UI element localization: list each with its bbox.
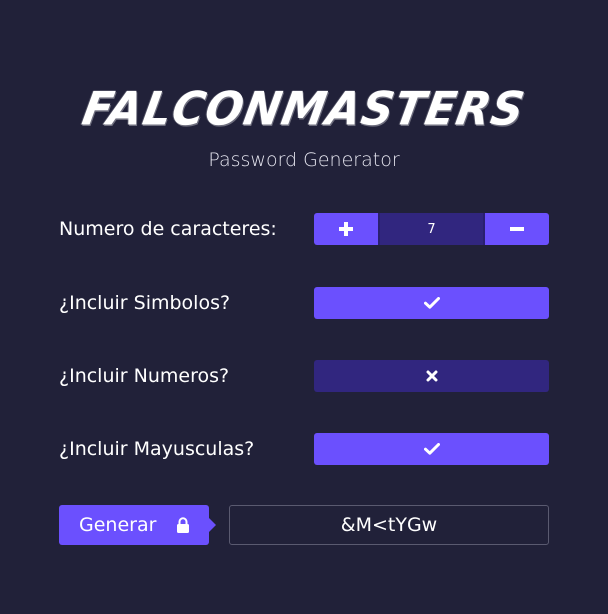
length-value: 7 xyxy=(378,213,485,245)
x-icon xyxy=(426,370,437,382)
app-subtitle: Password Generator xyxy=(208,149,400,171)
check-icon xyxy=(423,297,440,309)
password-output[interactable] xyxy=(229,505,549,545)
increment-button[interactable] xyxy=(314,213,378,245)
lock-icon xyxy=(177,517,189,533)
logo: FALCONMASTERS xyxy=(0,82,608,137)
numbers-label: ¿Incluir Numeros? xyxy=(59,365,230,387)
numbers-toggle[interactable] xyxy=(314,360,549,392)
logo-text: FALCONMASTERS xyxy=(78,82,530,137)
generate-button[interactable]: Generar xyxy=(59,505,216,545)
decrement-button[interactable] xyxy=(485,213,549,245)
generate-arrow xyxy=(209,518,216,532)
symbols-label: ¿Incluir Simbolos? xyxy=(59,292,231,314)
symbols-toggle[interactable] xyxy=(314,287,549,319)
uppercase-toggle[interactable] xyxy=(314,433,549,465)
check-icon xyxy=(423,443,440,455)
uppercase-label: ¿Incluir Mayusculas? xyxy=(59,438,255,460)
length-label: Numero de caracteres: xyxy=(59,218,277,240)
minus-icon xyxy=(510,227,524,231)
length-counter: 7 xyxy=(314,213,549,245)
plus-icon xyxy=(339,222,353,236)
generate-label: Generar xyxy=(79,514,157,536)
